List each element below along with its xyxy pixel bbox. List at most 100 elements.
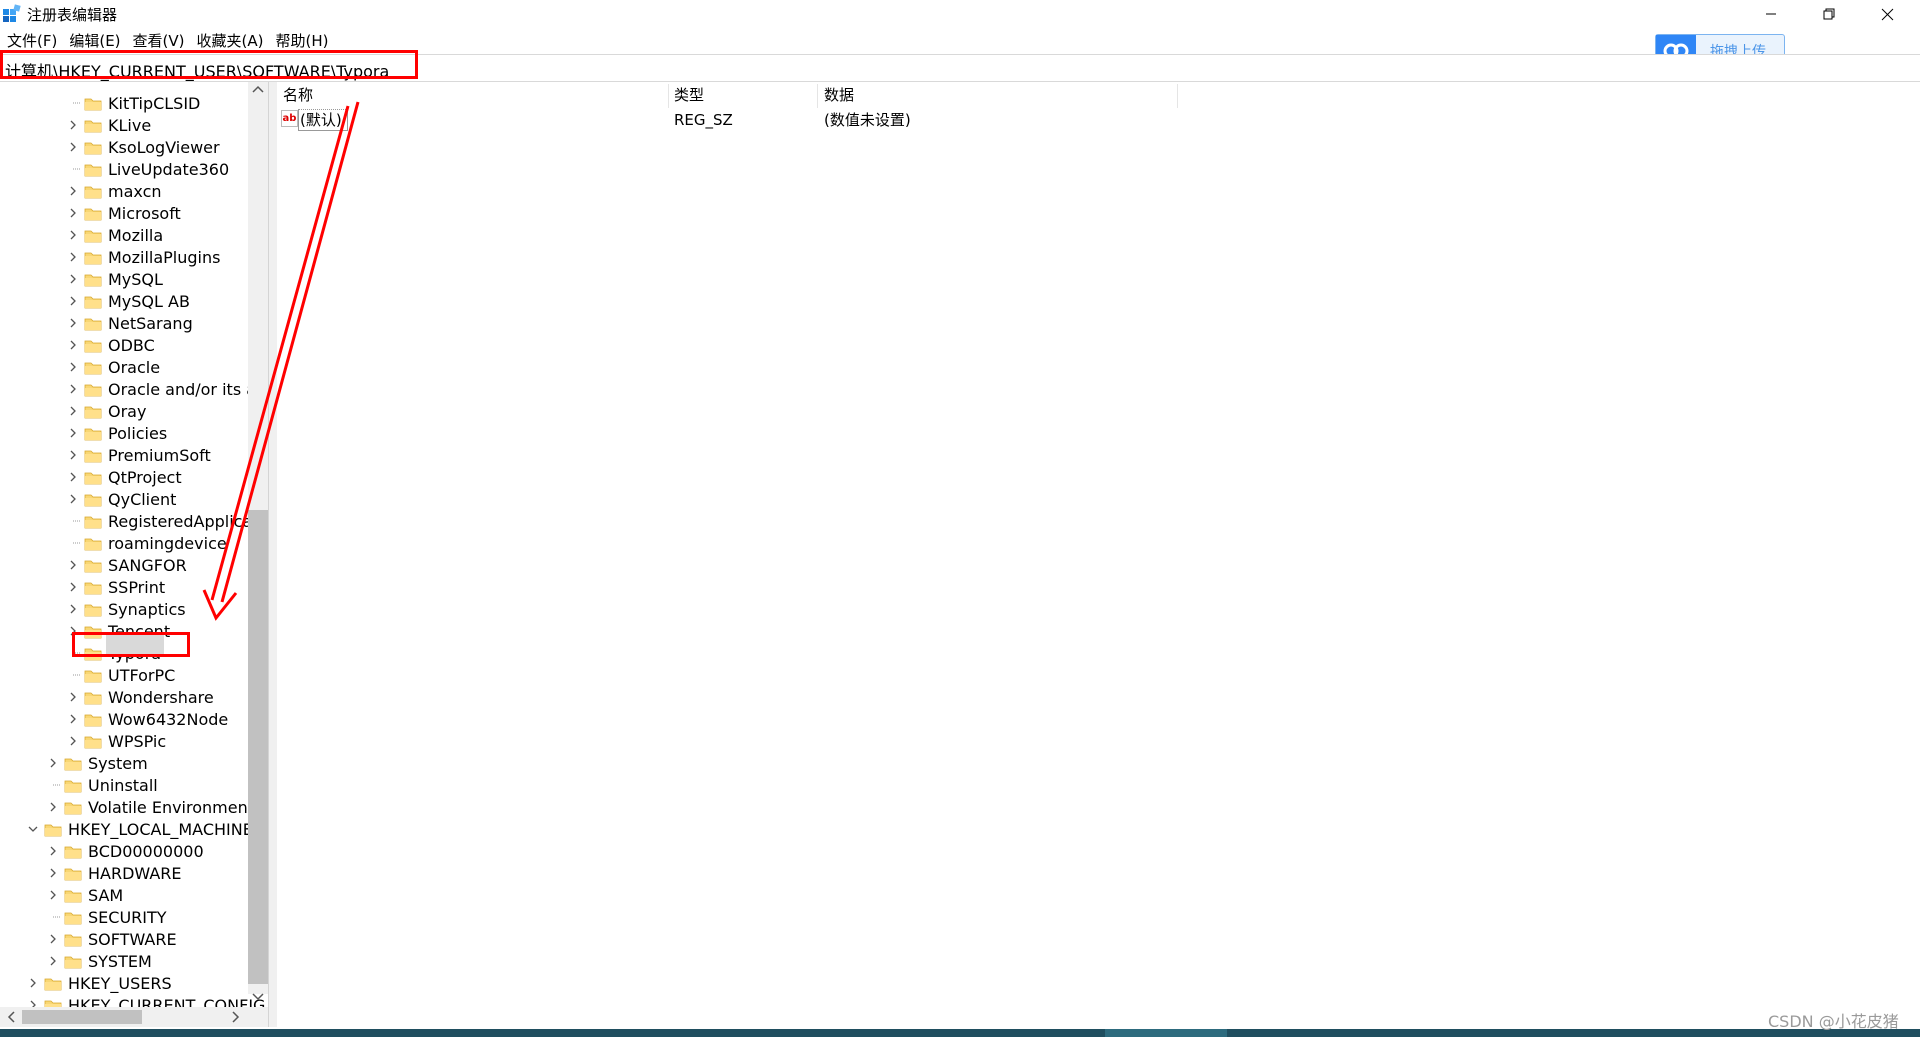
tree-item[interactable]: Uninstall xyxy=(46,774,158,796)
tree-item[interactable]: UTForPC xyxy=(66,664,175,686)
tree-item[interactable]: QyClient xyxy=(66,488,176,510)
tree-item[interactable]: BCD00000000 xyxy=(46,840,204,862)
list-vertical-scrollbar[interactable] xyxy=(1900,82,1920,1027)
value-type[interactable]: REG_SZ xyxy=(674,109,733,131)
typora-annotation-box xyxy=(72,632,190,657)
folder-icon xyxy=(84,580,102,595)
chevron-right-icon[interactable] xyxy=(66,400,80,422)
chevron-right-icon[interactable] xyxy=(66,708,80,730)
chevron-right-icon[interactable] xyxy=(66,114,80,136)
chevron-right-icon[interactable] xyxy=(66,290,80,312)
tree-item[interactable]: SECURITY xyxy=(46,906,167,928)
menu-edit[interactable]: 编辑(E) xyxy=(62,30,125,52)
chevron-right-icon[interactable] xyxy=(66,488,80,510)
tree-item[interactable]: KitTipCLSID xyxy=(66,92,200,114)
tree-item[interactable]: MySQL AB xyxy=(66,290,190,312)
menu-file[interactable]: 文件(F) xyxy=(0,30,62,52)
folder-icon xyxy=(84,316,102,331)
tree-item[interactable]: QtProject xyxy=(66,466,182,488)
column-separator[interactable] xyxy=(668,84,669,108)
tree-item[interactable]: Synaptics xyxy=(66,598,186,620)
tree-item[interactable]: NetSarang xyxy=(66,312,193,334)
tree-item[interactable]: MozillaPlugins xyxy=(66,246,220,268)
tree-item-label: KLive xyxy=(108,115,152,135)
chevron-right-icon[interactable] xyxy=(66,356,80,378)
tree-item[interactable]: LiveUpdate360 xyxy=(66,158,229,180)
tree-item[interactable]: ODBC xyxy=(66,334,155,356)
menu-help[interactable]: 帮助(H) xyxy=(268,30,333,52)
tree-item[interactable]: WPSPic xyxy=(66,730,166,752)
value-data[interactable]: (数值未设置) xyxy=(824,109,911,131)
chevron-right-icon[interactable] xyxy=(66,378,80,400)
folder-icon xyxy=(84,96,102,111)
column-separator[interactable] xyxy=(1177,84,1178,108)
chevron-right-icon[interactable] xyxy=(46,752,60,774)
tree-item[interactable]: System xyxy=(46,752,148,774)
chevron-right-icon[interactable] xyxy=(26,972,40,994)
restore-button[interactable] xyxy=(1800,0,1858,28)
column-separator[interactable] xyxy=(817,84,818,108)
tree-item[interactable]: KLive xyxy=(66,114,151,136)
minimize-button[interactable] xyxy=(1742,0,1800,28)
chevron-right-icon[interactable] xyxy=(66,730,80,752)
tree-item[interactable]: Volatile Environment xyxy=(46,796,254,818)
tree-item[interactable]: roamingdevice xyxy=(66,532,227,554)
tree-item[interactable]: Mozilla xyxy=(66,224,163,246)
chevron-right-icon[interactable] xyxy=(66,466,80,488)
chevron-right-icon[interactable] xyxy=(66,334,80,356)
chevron-right-icon[interactable] xyxy=(66,554,80,576)
menu-view[interactable]: 查看(V) xyxy=(126,30,190,52)
chevron-right-icon[interactable] xyxy=(66,422,80,444)
chevron-right-icon[interactable] xyxy=(66,268,80,290)
column-data[interactable]: 数据 xyxy=(824,84,854,106)
registry-tree[interactable]: KitTipCLSID KLive KsoLogViewer LiveUpdate36… xyxy=(0,82,268,1017)
chevron-right-icon[interactable] xyxy=(46,796,60,818)
chevron-right-icon[interactable] xyxy=(66,312,80,334)
chevron-down-icon[interactable] xyxy=(26,818,40,840)
menu-favorites[interactable]: 收藏夹(A) xyxy=(190,30,269,52)
tree-item[interactable]: HKEY_LOCAL_MACHINE xyxy=(26,818,253,840)
chevron-right-icon[interactable] xyxy=(66,686,80,708)
tree-item[interactable]: SOFTWARE xyxy=(46,928,177,950)
chevron-right-icon[interactable] xyxy=(66,246,80,268)
tree-item[interactable]: Policies xyxy=(66,422,167,444)
chevron-right-icon[interactable] xyxy=(66,202,80,224)
chevron-right-icon[interactable] xyxy=(66,444,80,466)
tree-hscroll-thumb[interactable] xyxy=(22,1010,142,1024)
tree-item[interactable]: Oracle and/or its af xyxy=(66,378,262,400)
chevron-right-icon[interactable] xyxy=(46,928,60,950)
tree-item[interactable]: SYSTEM xyxy=(46,950,152,972)
folder-icon xyxy=(84,492,102,507)
close-button[interactable] xyxy=(1858,0,1916,28)
tree-item[interactable]: HARDWARE xyxy=(46,862,182,884)
column-type[interactable]: 类型 xyxy=(674,84,704,106)
chevron-right-icon[interactable] xyxy=(46,862,60,884)
chevron-right-icon[interactable] xyxy=(66,224,80,246)
tree-item[interactable]: Oracle xyxy=(66,356,160,378)
tree-item[interactable]: MySQL xyxy=(66,268,163,290)
column-name[interactable]: 名称 xyxy=(283,84,313,106)
chevron-right-icon[interactable] xyxy=(46,950,60,972)
tree-item[interactable]: SANGFOR xyxy=(66,554,187,576)
tree-item[interactable]: PremiumSoft xyxy=(66,444,211,466)
tree-scroll-thumb[interactable] xyxy=(248,510,268,984)
chevron-right-icon[interactable] xyxy=(66,180,80,202)
chevron-right-icon[interactable] xyxy=(66,576,80,598)
chevron-right-icon[interactable] xyxy=(46,884,60,906)
tree-item[interactable]: SSPrint xyxy=(66,576,165,598)
value-name[interactable]: (默认) xyxy=(300,109,342,131)
tree-item[interactable]: RegisteredApplica xyxy=(66,510,252,532)
chevron-right-icon[interactable] xyxy=(66,598,80,620)
tree-item[interactable]: SAM xyxy=(46,884,123,906)
tree-item[interactable]: Wondershare xyxy=(66,686,214,708)
folder-icon xyxy=(84,734,102,749)
tree-item[interactable]: maxcn xyxy=(66,180,162,202)
tree-item[interactable]: Wow6432Node xyxy=(66,708,228,730)
chevron-right-icon[interactable] xyxy=(46,840,60,862)
values-list[interactable] xyxy=(277,82,1920,1027)
tree-item[interactable]: HKEY_USERS xyxy=(26,972,172,994)
tree-item[interactable]: KsoLogViewer xyxy=(66,136,220,158)
tree-item[interactable]: Microsoft xyxy=(66,202,181,224)
tree-item[interactable]: Oray xyxy=(66,400,146,422)
chevron-right-icon[interactable] xyxy=(66,136,80,158)
